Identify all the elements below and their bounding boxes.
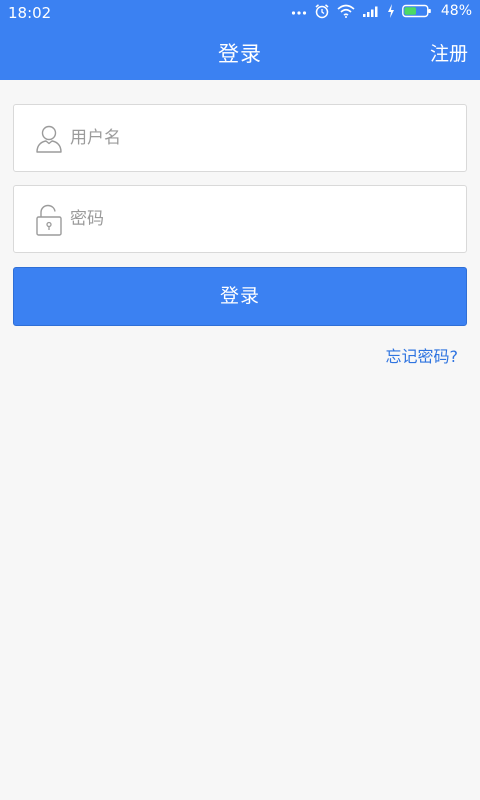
- charging-icon: [387, 4, 394, 18]
- more-dots-icon: [291, 11, 306, 15]
- forgot-password-link[interactable]: 忘记密码?: [386, 343, 459, 367]
- signal-icon: [362, 6, 378, 17]
- wifi-icon: [337, 4, 355, 18]
- register-link[interactable]: 注册: [430, 39, 468, 66]
- battery-icon: [401, 4, 431, 18]
- status-icons: 48%: [291, 3, 472, 19]
- status-time: 18:02: [8, 4, 52, 22]
- page-title: 登录: [218, 42, 262, 66]
- status-bar: 18:02 48%: [0, 0, 480, 26]
- username-field[interactable]: [13, 104, 467, 172]
- username-input[interactable]: [70, 105, 450, 171]
- lock-icon: [36, 204, 62, 236]
- password-field[interactable]: [13, 185, 467, 253]
- password-input[interactable]: [70, 186, 450, 252]
- alarm-icon: [315, 4, 329, 19]
- battery-percent: 48%: [440, 3, 472, 19]
- app-header: 18:02 48% 登录 注册: [0, 0, 480, 80]
- title-bar: 登录 注册: [0, 26, 480, 80]
- login-button[interactable]: 登录: [13, 267, 467, 326]
- user-icon: [36, 125, 62, 153]
